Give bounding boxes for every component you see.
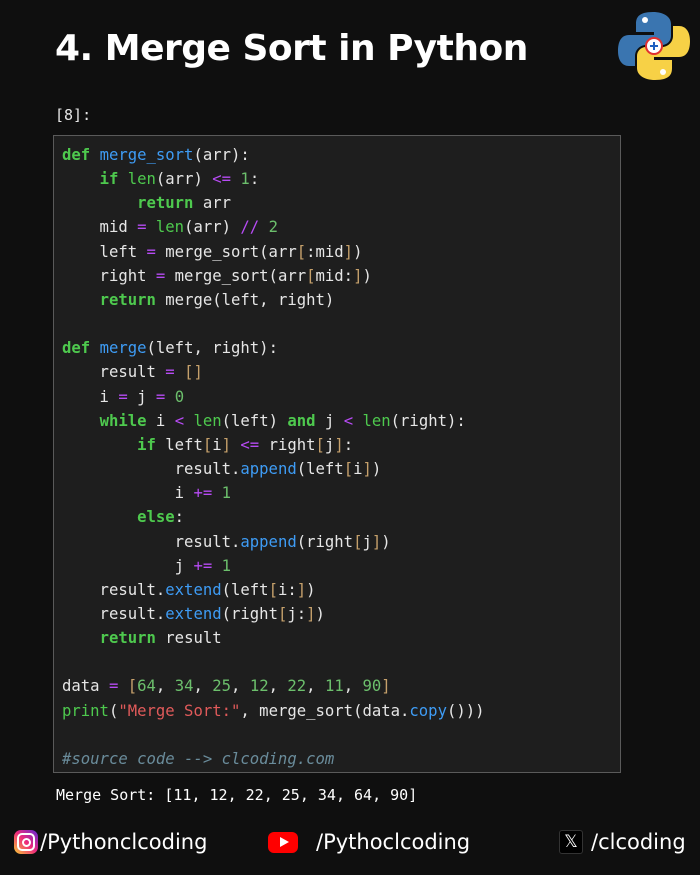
code-line: result.extend(left[i:]) (62, 580, 316, 599)
x-label: /clcoding (591, 830, 686, 854)
youtube-handle[interactable]: /Pythoclcoding (268, 830, 470, 854)
x-handle[interactable]: 𝕏 /clcoding (559, 830, 686, 854)
code-line: if left[i] <= right[j]: (137, 435, 354, 454)
youtube-icon (268, 831, 298, 853)
code-line: while i < len(left) and j < len(right): (99, 411, 466, 430)
page-title: 4. Merge Sort in Python (55, 28, 528, 69)
code-line: left = merge_sort(arr[:mid]) (62, 242, 363, 261)
x-icon: 𝕏 (559, 830, 583, 854)
code-line: result.append(right[j]) (62, 532, 391, 551)
cell-execution-count: [8]: (55, 106, 92, 124)
cell-output: Merge Sort: [11, 12, 22, 25, 34, 64, 90] (56, 786, 418, 804)
code-line: def merge_sort(arr): (62, 146, 250, 164)
code-cell[interactable]: def merge_sort(arr): if len(arr) <= 1: r… (53, 135, 621, 773)
code-line: return merge(left, right) (99, 290, 335, 309)
code-line: result = [] (62, 363, 203, 382)
code-line: result.extend(right[j:]) (62, 604, 325, 623)
code-line: def merge(left, right): (62, 339, 278, 358)
code-line: mid = len(arr) // 2 (62, 218, 278, 237)
code-line: #source code --> clcoding.com (62, 749, 335, 768)
code-line: else: (137, 508, 185, 527)
code-line: result.append(left[i]) (62, 460, 382, 479)
instagram-icon (14, 830, 38, 854)
code-block[interactable]: def merge_sort(arr): if len(arr) <= 1: r… (62, 143, 485, 771)
code-line: i += 1 (62, 484, 231, 503)
instagram-handle[interactable]: /Pythonclcoding (14, 830, 207, 854)
youtube-label: /Pythoclcoding (316, 830, 471, 854)
code-line: right = merge_sort(arr[mid:]) (62, 266, 372, 285)
code-line: j += 1 (62, 556, 231, 575)
code-line: print("Merge Sort:", merge_sort(data.cop… (62, 701, 485, 720)
instagram-label: /Pythonclcoding (40, 830, 208, 854)
code-line: i = j = 0 (62, 387, 185, 406)
python-logo-icon (618, 12, 690, 80)
code-line: if len(arr) <= 1: (99, 170, 260, 189)
code-line: return result (99, 629, 222, 648)
code-line: return arr (137, 194, 232, 213)
code-line: data = [64, 34, 25, 12, 22, 11, 90] (62, 677, 391, 696)
